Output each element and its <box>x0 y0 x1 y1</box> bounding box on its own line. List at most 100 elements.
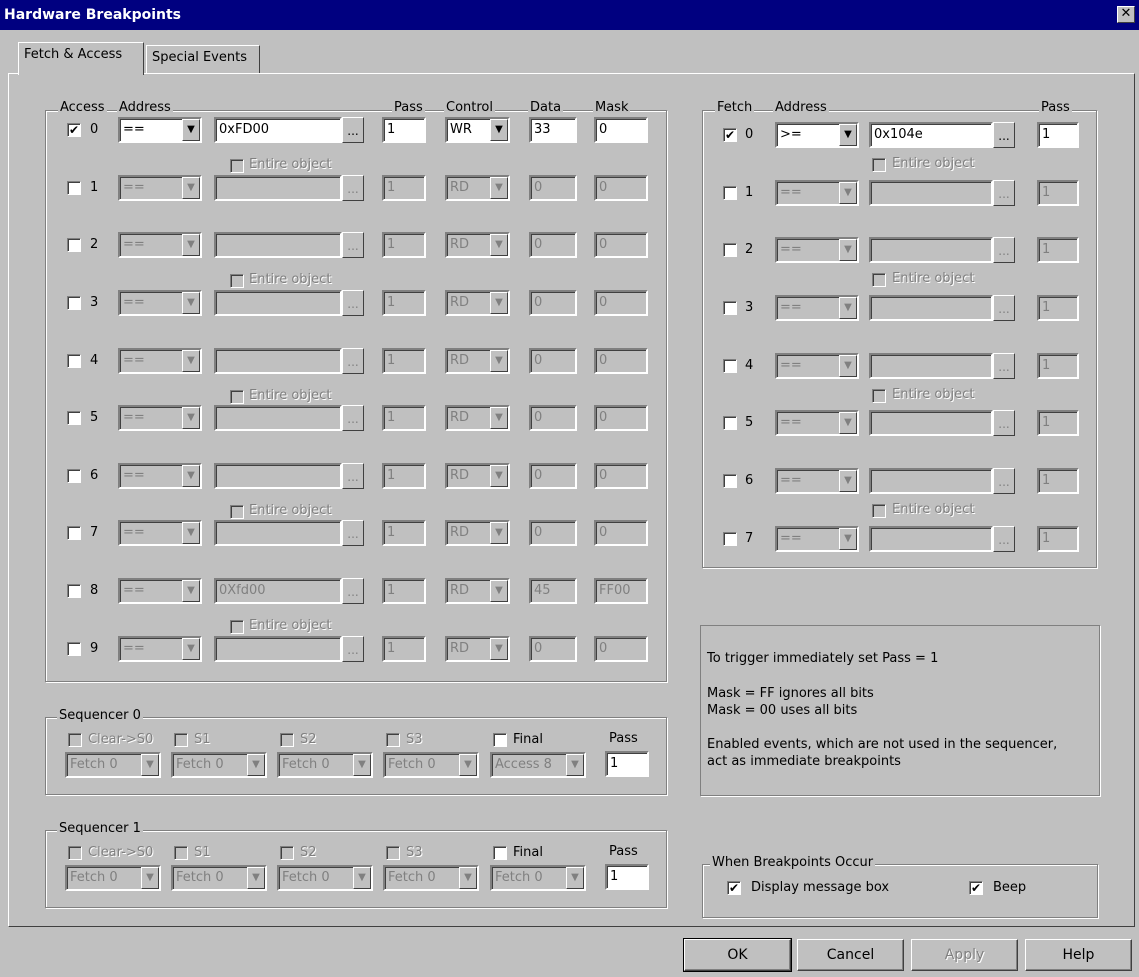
access-mask-input[interactable]: 0 <box>594 405 648 431</box>
browse-button[interactable]: ... <box>342 348 364 374</box>
sequencer-stage-select[interactable]: Fetch 0 ▼ <box>490 865 586 891</box>
tab-fetch-access[interactable]: Fetch & Access <box>18 42 144 75</box>
access-checkbox-3[interactable] <box>67 296 81 310</box>
fetch-operator-select[interactable]: == ▼ <box>775 410 859 436</box>
sequencer-stage-select[interactable]: Fetch 0 ▼ <box>277 752 373 778</box>
access-data-input[interactable]: 0 <box>529 405 577 431</box>
access-control-select[interactable]: RD ▼ <box>445 520 510 546</box>
browse-button[interactable]: ... <box>993 122 1015 148</box>
access-checkbox-0[interactable]: ✔ <box>67 123 81 137</box>
access-pass-input[interactable]: 1 <box>382 636 426 662</box>
sequencer-pass-input[interactable]: 1 <box>605 751 649 777</box>
sequencer-stage-checkbox[interactable] <box>386 733 400 747</box>
entire-object-checkbox[interactable] <box>230 505 244 519</box>
chevron-down-icon[interactable]: ▼ <box>247 867 265 889</box>
browse-button[interactable]: ... <box>342 463 364 489</box>
access-operator-select[interactable]: == ▼ <box>118 405 202 431</box>
fetch-operator-select[interactable]: == ▼ <box>775 526 859 552</box>
access-data-input[interactable]: 0 <box>529 463 577 489</box>
access-mask-input[interactable]: 0 <box>594 175 648 201</box>
access-control-select[interactable]: RD ▼ <box>445 348 510 374</box>
entire-object-checkbox[interactable] <box>872 504 886 518</box>
browse-button[interactable]: ... <box>342 578 364 604</box>
chevron-down-icon[interactable]: ▼ <box>490 465 508 487</box>
chevron-down-icon[interactable]: ▼ <box>490 234 508 256</box>
access-control-select[interactable]: RD ▼ <box>445 405 510 431</box>
access-operator-select[interactable]: == ▼ <box>118 348 202 374</box>
access-data-input[interactable]: 33 <box>529 117 577 143</box>
chevron-down-icon[interactable]: ▼ <box>490 638 508 660</box>
fetch-address-input[interactable] <box>869 180 993 206</box>
fetch-pass-input[interactable]: 1 <box>1037 295 1079 321</box>
access-address-input[interactable] <box>214 405 342 431</box>
access-operator-select[interactable]: == ▼ <box>118 463 202 489</box>
browse-button[interactable]: ... <box>993 353 1015 379</box>
fetch-checkbox-7[interactable] <box>723 532 737 546</box>
chevron-down-icon[interactable]: ▼ <box>182 292 200 314</box>
sequencer-stage-checkbox[interactable] <box>174 846 188 860</box>
fetch-checkbox-6[interactable] <box>723 474 737 488</box>
chevron-down-icon[interactable]: ▼ <box>182 407 200 429</box>
access-pass-input[interactable]: 1 <box>382 175 426 201</box>
sequencer-stage-checkbox[interactable] <box>68 733 82 747</box>
access-pass-input[interactable]: 1 <box>382 578 426 604</box>
access-address-input[interactable]: 0Xfd00 <box>214 578 342 604</box>
access-mask-input[interactable]: 0 <box>594 290 648 316</box>
apply-button[interactable]: Apply <box>911 939 1018 971</box>
access-address-input[interactable] <box>214 463 342 489</box>
sequencer-stage-select[interactable]: Fetch 0 ▼ <box>383 865 479 891</box>
chevron-down-icon[interactable]: ▼ <box>182 580 200 602</box>
fetch-pass-input[interactable]: 1 <box>1037 353 1079 379</box>
chevron-down-icon[interactable]: ▼ <box>839 470 857 492</box>
fetch-pass-input[interactable]: 1 <box>1037 468 1079 494</box>
chevron-down-icon[interactable]: ▼ <box>490 407 508 429</box>
access-data-input[interactable]: 0 <box>529 636 577 662</box>
chevron-down-icon[interactable]: ▼ <box>839 182 857 204</box>
access-control-select[interactable]: RD ▼ <box>445 232 510 258</box>
access-address-input[interactable] <box>214 520 342 546</box>
browse-button[interactable]: ... <box>342 405 364 431</box>
access-mask-input[interactable]: 0 <box>594 232 648 258</box>
browse-button[interactable]: ... <box>342 175 364 201</box>
access-mask-input[interactable]: 0 <box>594 463 648 489</box>
access-control-select[interactable]: RD ▼ <box>445 636 510 662</box>
access-pass-input[interactable]: 1 <box>382 117 426 143</box>
chevron-down-icon[interactable]: ▼ <box>839 412 857 434</box>
entire-object-checkbox[interactable] <box>872 158 886 172</box>
chevron-down-icon[interactable]: ▼ <box>247 754 265 776</box>
fetch-pass-input[interactable]: 1 <box>1037 237 1079 263</box>
chevron-down-icon[interactable]: ▼ <box>182 350 200 372</box>
chevron-down-icon[interactable]: ▼ <box>490 350 508 372</box>
access-checkbox-6[interactable] <box>67 469 81 483</box>
chevron-down-icon[interactable]: ▼ <box>182 119 200 141</box>
chevron-down-icon[interactable]: ▼ <box>839 297 857 319</box>
access-operator-select[interactable]: == ▼ <box>118 636 202 662</box>
chevron-down-icon[interactable]: ▼ <box>459 867 477 889</box>
chevron-down-icon[interactable]: ▼ <box>141 754 159 776</box>
browse-button[interactable]: ... <box>993 468 1015 494</box>
entire-object-checkbox[interactable] <box>230 159 244 173</box>
access-data-input[interactable]: 45 <box>529 578 577 604</box>
access-address-input[interactable]: 0xFD00 <box>214 117 342 143</box>
access-data-input[interactable]: 0 <box>529 175 577 201</box>
entire-object-checkbox[interactable] <box>230 620 244 634</box>
chevron-down-icon[interactable]: ▼ <box>839 239 857 261</box>
access-pass-input[interactable]: 1 <box>382 232 426 258</box>
chevron-down-icon[interactable]: ▼ <box>353 754 371 776</box>
fetch-address-input[interactable] <box>869 353 993 379</box>
access-checkbox-1[interactable] <box>67 181 81 195</box>
entire-object-checkbox[interactable] <box>872 389 886 403</box>
fetch-checkbox-2[interactable] <box>723 243 737 257</box>
tab-special-events[interactable]: Special Events <box>146 45 260 73</box>
browse-button[interactable]: ... <box>342 520 364 546</box>
fetch-operator-select[interactable]: == ▼ <box>775 468 859 494</box>
sequencer-stage-checkbox[interactable] <box>493 846 507 860</box>
chevron-down-icon[interactable]: ▼ <box>566 754 584 776</box>
fetch-operator-select[interactable]: == ▼ <box>775 295 859 321</box>
chevron-down-icon[interactable]: ▼ <box>353 867 371 889</box>
access-data-input[interactable]: 0 <box>529 348 577 374</box>
access-checkbox-7[interactable] <box>67 526 81 540</box>
chevron-down-icon[interactable]: ▼ <box>566 867 584 889</box>
sequencer-stage-select[interactable]: Fetch 0 ▼ <box>171 865 267 891</box>
access-operator-select[interactable]: == ▼ <box>118 520 202 546</box>
